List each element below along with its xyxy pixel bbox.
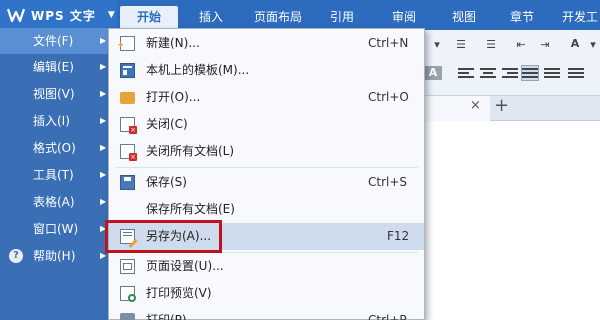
menu-item-save[interactable]: 保存(S) Ctrl+S <box>109 169 424 196</box>
tab-chapter[interactable]: 章节 <box>502 6 542 30</box>
chevron-right-icon: ▶ <box>100 62 107 71</box>
shortcut-label: Ctrl+P <box>368 313 407 320</box>
bullet-list-icon[interactable]: ☰ <box>452 38 470 52</box>
page-setup-icon <box>120 259 135 274</box>
menu-item-file[interactable]: 文件(F) ▶ <box>0 28 113 54</box>
tab-developer[interactable]: 开发工 <box>562 6 600 30</box>
close-document-icon: × <box>120 117 137 134</box>
menu-item-edit[interactable]: 编辑(E) ▶ <box>0 54 113 80</box>
menu-item-label: 工具(T) <box>33 168 74 182</box>
menu-item-close-all[interactable]: × 关闭所有文档(L) <box>109 138 424 165</box>
menu-item-label: 打印预览(V) <box>146 286 212 300</box>
menu-item-local-templates[interactable]: 本机上的模板(M)... <box>109 57 424 84</box>
menu-item-new[interactable]: ✦ 新建(N)... Ctrl+N <box>109 30 424 57</box>
new-tab-icon[interactable]: + <box>494 95 509 116</box>
app-title: WPS 文字 <box>31 8 96 23</box>
help-icon: ? <box>9 249 23 263</box>
font-color-icon[interactable]: ▾ <box>428 38 446 52</box>
shortcut-label: Ctrl+N <box>368 36 409 50</box>
shortcut-label: Ctrl+O <box>368 90 409 104</box>
chevron-right-icon: ▶ <box>100 36 107 45</box>
menu-item-label: 窗口(W) <box>33 222 79 236</box>
menu-item-window[interactable]: 窗口(W) ▶ <box>0 216 113 242</box>
menu-item-label: 新建(N)... <box>146 36 200 50</box>
menu-item-insert[interactable]: 插入(I) ▶ <box>0 108 113 134</box>
menu-item-label: 格式(O) <box>33 141 76 155</box>
chevron-down-icon: ▼ <box>107 10 115 20</box>
tab-insert[interactable]: 插入 <box>188 6 234 30</box>
shortcut-label: Ctrl+S <box>368 175 408 189</box>
menu-item-label: 文件(F) <box>33 34 74 48</box>
menu-item-label: 页面设置(U)... <box>146 259 224 273</box>
shortcut-label: F12 <box>387 229 410 243</box>
highlight-box <box>105 220 222 253</box>
increase-indent-icon[interactable]: ⇥ <box>536 38 554 52</box>
close-all-icon: × <box>120 144 137 161</box>
menu-item-view[interactable]: 视图(V) ▶ <box>0 81 113 107</box>
menu-item-label: 本机上的模板(M)... <box>146 63 250 77</box>
menu-item-label: 打印(P)... <box>146 313 199 320</box>
main-menu: 文件(F) ▶ 编辑(E) ▶ 视图(V) ▶ 插入(I) ▶ 格式(O) ▶ … <box>0 28 113 320</box>
justify-icon[interactable] <box>521 65 539 81</box>
menu-item-help[interactable]: ? 帮助(H) ▶ <box>0 243 113 269</box>
menu-item-page-setup[interactable]: 页面设置(U)... <box>109 253 424 280</box>
title-bar: WPS 文字 ▼ 开始 插入 页面布局 引用 审阅 视图 章节 开发工 <box>0 0 600 30</box>
chevron-right-icon: ▶ <box>100 197 107 206</box>
menu-item-label: 帮助(H) <box>33 249 76 263</box>
file-submenu: ✦ 新建(N)... Ctrl+N 本机上的模板(M)... 打开(O)... … <box>108 28 425 320</box>
menu-item-label: 关闭所有文档(L) <box>146 144 235 158</box>
menu-item-table[interactable]: 表格(A) ▶ <box>0 189 113 215</box>
decrease-indent-icon[interactable]: ⇤ <box>512 38 530 52</box>
chevron-right-icon: ▶ <box>100 143 107 152</box>
menu-item-label: 表格(A) <box>33 195 75 209</box>
tab-references[interactable]: 引用 <box>322 6 362 30</box>
menu-item-format[interactable]: 格式(O) ▶ <box>0 135 113 161</box>
menu-item-label: 关闭(C) <box>146 117 188 131</box>
print-preview-icon <box>120 286 136 302</box>
wps-logo-icon <box>7 8 25 23</box>
new-document-icon: ✦ <box>117 36 135 51</box>
menu-item-label: 打开(O)... <box>146 90 201 104</box>
menu-item-print[interactable]: 打印(P)... Ctrl+P <box>109 307 424 320</box>
tab-view[interactable]: 视图 <box>444 6 484 30</box>
align-left-icon[interactable] <box>458 66 474 80</box>
menu-separator <box>115 167 418 168</box>
menu-item-label: 插入(I) <box>33 114 70 128</box>
template-icon <box>120 63 135 78</box>
menu-item-label: 视图(V) <box>33 87 75 101</box>
tab-home[interactable]: 开始 <box>120 6 178 30</box>
save-icon <box>120 175 135 190</box>
tab-review[interactable]: 审阅 <box>384 6 424 30</box>
close-tab-icon[interactable]: × <box>470 98 481 113</box>
open-folder-icon <box>120 92 135 104</box>
chevron-right-icon: ▶ <box>100 116 107 125</box>
highlight-icon[interactable]: A <box>424 66 442 80</box>
menu-item-save-all[interactable]: 保存所有文档(E) <box>109 196 424 223</box>
menu-item-close[interactable]: × 关闭(C) <box>109 111 424 138</box>
menu-item-label: 保存(S) <box>146 175 187 189</box>
menu-item-label: 编辑(E) <box>33 60 74 74</box>
chinese-layout-icon[interactable]: ▾ <box>584 38 600 52</box>
menu-item-print-preview[interactable]: 打印预览(V) <box>109 280 424 307</box>
chevron-right-icon: ▶ <box>100 89 107 98</box>
menu-item-open[interactable]: 打开(O)... Ctrl+O <box>109 84 424 111</box>
line-spacing-icon[interactable] <box>568 66 584 80</box>
numbered-list-icon[interactable]: ☰ <box>482 38 500 52</box>
align-center-icon[interactable] <box>480 66 496 80</box>
align-right-icon[interactable] <box>502 66 518 80</box>
menu-item-tools[interactable]: 工具(T) ▶ <box>0 162 113 188</box>
chevron-right-icon: ▶ <box>100 170 107 179</box>
tab-page-layout[interactable]: 页面布局 <box>246 6 310 30</box>
distributed-align-icon[interactable] <box>544 66 560 80</box>
wps-app-menu-button[interactable]: WPS 文字 ▼ <box>0 0 117 30</box>
text-style-icon[interactable]: A <box>566 37 584 51</box>
print-icon <box>120 313 135 320</box>
menu-item-label: 保存所有文档(E) <box>146 202 235 216</box>
